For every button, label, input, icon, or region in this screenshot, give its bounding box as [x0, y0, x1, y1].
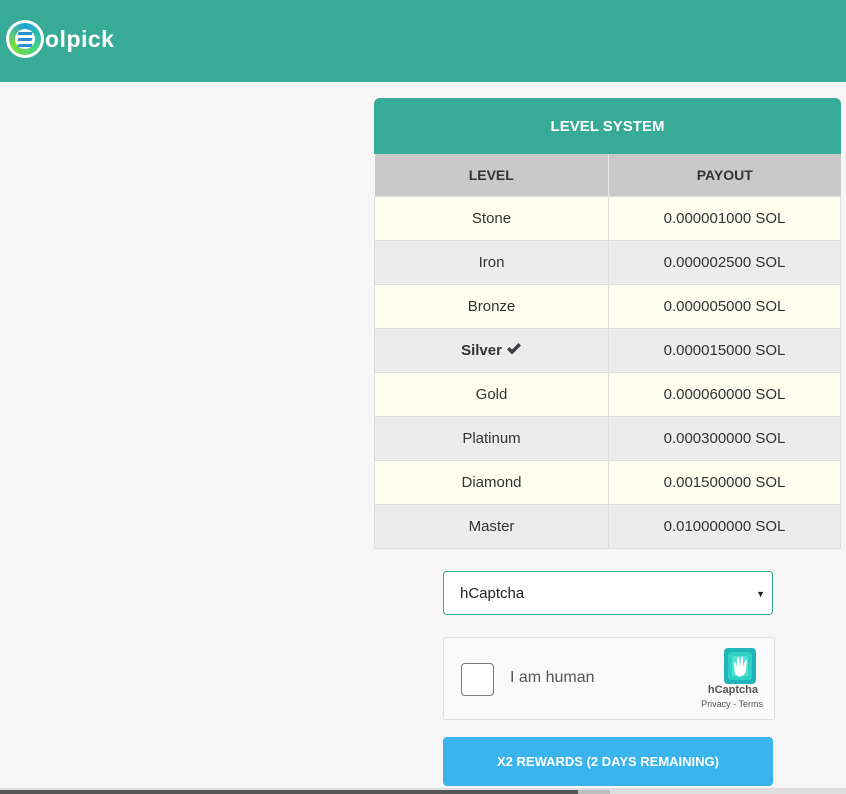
top-bar: olpick [0, 0, 846, 82]
captcha-type-select[interactable]: hCaptcha ▼ [443, 571, 773, 615]
table-row: Silver 0.000015000 SOL [374, 327, 841, 373]
level-cell: Diamond [374, 459, 609, 505]
level-column-header: LEVEL [374, 154, 609, 196]
level-cell: Platinum [374, 415, 609, 461]
level-name: Bronze [467, 297, 516, 315]
captcha-checkbox[interactable] [461, 663, 494, 696]
site-logo[interactable]: olpick [6, 20, 114, 58]
level-cell: Iron [374, 239, 609, 285]
table-row: Gold 0.000060000 SOL [374, 371, 841, 417]
hcaptcha-logo-icon [724, 648, 756, 684]
level-name: Iron [478, 253, 505, 271]
level-cell: Silver [374, 327, 609, 373]
current-level-check-icon [506, 342, 521, 354]
payout-cell: 0.000300000 SOL [608, 415, 841, 461]
payout-cell: 0.000005000 SOL [608, 283, 841, 329]
table-row: Diamond 0.001500000 SOL [374, 459, 841, 505]
table-row: Iron 0.000002500 SOL [374, 239, 841, 285]
table-row: Bronze 0.000005000 SOL [374, 283, 841, 329]
dropdown-arrow-icon: ▼ [756, 589, 765, 599]
payout-cell: 0.010000000 SOL [608, 503, 841, 549]
level-system-title: LEVEL SYSTEM [374, 98, 841, 154]
level-cell: Master [374, 503, 609, 549]
level-cell: Bronze [374, 283, 609, 329]
level-table: LEVEL PAYOUT Stone 0.000001000 SOL Iron 0.0… [374, 154, 841, 549]
table-row: Master 0.010000000 SOL [374, 503, 841, 549]
x2-rewards-button[interactable]: X2 REWARDS (2 DAYS REMAINING) [443, 737, 773, 786]
level-cell: Stone [374, 195, 609, 241]
captcha-label: I am human [510, 669, 595, 686]
level-name: Silver [461, 341, 502, 359]
level-cell: Gold [374, 371, 609, 417]
level-name: Stone [471, 209, 512, 227]
level-system-panel: LEVEL SYSTEM LEVEL PAYOUT Stone 0.0000010… [374, 98, 841, 549]
level-name: Master [468, 517, 515, 535]
payout-cell: 0.000002500 SOL [608, 239, 841, 285]
table-row: Stone 0.000001000 SOL [374, 195, 841, 241]
captcha-brand: hCaptcha [707, 684, 758, 696]
hcaptcha-widget: I am human hCaptcha Privacy - Terms [443, 637, 775, 720]
logo-text: olpick [45, 25, 115, 52]
payout-cell: 0.001500000 SOL [608, 459, 841, 505]
payout-column-header: PAYOUT [608, 154, 841, 196]
solana-logo-icon [6, 20, 44, 58]
captcha-privacy-terms-links[interactable]: Privacy - Terms [701, 699, 763, 709]
captcha-type-selected: hCaptcha [460, 584, 525, 602]
horizontal-scrollbar[interactable] [0, 788, 846, 794]
table-row: Platinum 0.000300000 SOL [374, 415, 841, 461]
payout-cell: 0.000015000 SOL [608, 327, 841, 373]
level-name: Diamond [461, 473, 522, 491]
level-name: Gold [475, 385, 508, 403]
payout-cell: 0.000060000 SOL [608, 371, 841, 417]
level-name: Platinum [462, 429, 521, 447]
payout-cell: 0.000001000 SOL [608, 195, 841, 241]
